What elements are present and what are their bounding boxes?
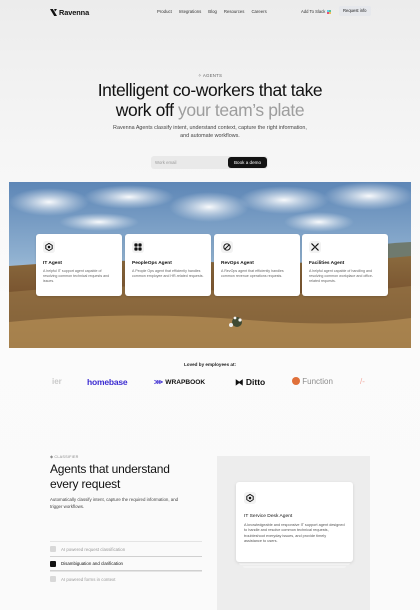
agent-card-title: IT Agent [43,261,63,266]
revops-agent-icon [221,241,233,253]
slack-icon [327,9,332,14]
hero-title-line1: Intelligent co-workers that take [97,80,323,100]
logo-homebase: homebase [87,377,128,387]
check-icon [50,560,56,567]
feature-kicker-label: CLASSIFIER [54,455,79,459]
function-mark-icon [292,377,300,385]
request-info-button[interactable]: Request info [339,6,371,16]
agents-badge-label: AGENTS [202,73,223,78]
mock-card-title: IT Service Desk Agent [244,514,293,519]
brand-name: Ravenna [59,8,90,17]
agent-card-title: Facilities Agent [309,261,345,266]
feature-subtitle: Automatically classify intent, capture t… [50,497,179,509]
hero-title-line2-muted: your team’s plate [178,100,305,120]
top-nav: Ravenna Product Integrations Blog Resour… [0,0,420,24]
function-wordmark: Function [302,377,333,386]
hero-title: Intelligent co-workers that take work of… [0,80,420,120]
agent-card-desc: A helpful IT support agent capable of re… [43,269,110,283]
wrapbook-mark-icon: ⋙ [154,379,166,386]
feature-item-label: AI powered forms in context [61,576,116,582]
card-stack-layer [239,563,350,565]
mock-card-desc: A knowledgeable and responsive IT suppor… [244,523,345,544]
agent-card-desc: A helpful agent capable of handling and … [309,269,374,283]
ravenna-logo-icon [50,9,57,16]
agent-card-title: RevOps Agent [221,261,254,266]
loved-by-heading: Loved by employees at: [183,362,237,367]
nav-link-blog[interactable]: Blog [208,9,217,14]
feature-item-label: Disambiguation and clarification [61,561,123,566]
ditto-mark-icon: ⧓ [235,377,246,387]
hero-title-line2-strong: work off [115,100,174,120]
wrapbook-wordmark: WRAPBOOK [165,379,206,386]
logo-wrapbook: ⋙ WRAPBOOK [154,378,205,386]
feature-item-disambiguation[interactable]: Disambiguation and clarification [50,556,202,571]
feature-title: Agents that understand every request [50,462,170,491]
feature-kicker: ◆ CLASSIFIER [50,454,79,459]
feature-list: AI powered request classification Disamb… [50,541,202,586]
logo-ditto: ⧓ Ditto [235,377,265,388]
email-signup-form: Book a demo [151,156,268,169]
agent-card-it[interactable]: IT Agent A helpful IT support agent capa… [36,234,122,296]
agent-card-revops[interactable]: RevOps Agent A RevOps agent that efficie… [214,234,300,296]
nav-link-integrations[interactable]: Integrations [179,9,201,14]
nav-link-product[interactable]: Product [157,9,172,14]
feature-item-label: AI powered request classification [61,546,126,552]
it-agent-icon [43,241,55,253]
agent-card-desc: A RevOps agent that efficiently handles … [221,269,284,278]
logo-function: Function [292,377,333,386]
tag-icon [50,546,56,552]
logo-partial-right: /- [360,377,365,386]
agent-card-peopleops[interactable]: PeopleOps Agent A People Ops agent that … [125,234,211,296]
agents-badge: ✧ AGENTS [0,73,420,79]
add-to-slack-label: Add To Slack [301,9,326,14]
form-icon [50,576,56,582]
it-service-desk-icon [244,492,256,504]
nav-link-resources[interactable]: Resources [224,9,245,14]
hero-subtitle: Ravenna Agents classify intent, understa… [113,125,307,139]
facilities-agent-icon [309,241,321,253]
logo-partial-left: ier [52,377,62,386]
agent-cards: IT Agent A helpful IT support agent capa… [36,234,388,296]
peopleops-agent-icon [132,241,144,253]
feature-item-forms[interactable]: AI powered forms in context [50,571,202,586]
agent-card-desc: A People Ops agent that efficiently hand… [132,269,204,278]
nav-links: Product Integrations Blog Resources Care… [157,9,267,14]
ditto-wordmark: Ditto [245,377,266,387]
book-demo-button[interactable]: Book a demo [228,157,267,168]
agent-card-facilities[interactable]: Facilities Agent A helpful agent capable… [302,234,388,296]
customer-logos: ier homebase ⋙ WRAPBOOK ⧓ Ditto Function… [0,374,420,390]
work-email-input[interactable] [151,156,227,169]
it-service-desk-card: IT Service Desk Agent A knowledgeable an… [236,482,353,562]
add-to-slack-link[interactable]: Add To Slack [301,9,332,14]
nav-link-careers[interactable]: Careers [251,9,266,14]
agent-card-title: PeopleOps Agent [132,261,172,266]
feature-item-classification[interactable]: AI powered request classification [50,541,202,556]
card-stack-layer [243,566,346,568]
brand-logo[interactable]: Ravenna [50,8,89,17]
